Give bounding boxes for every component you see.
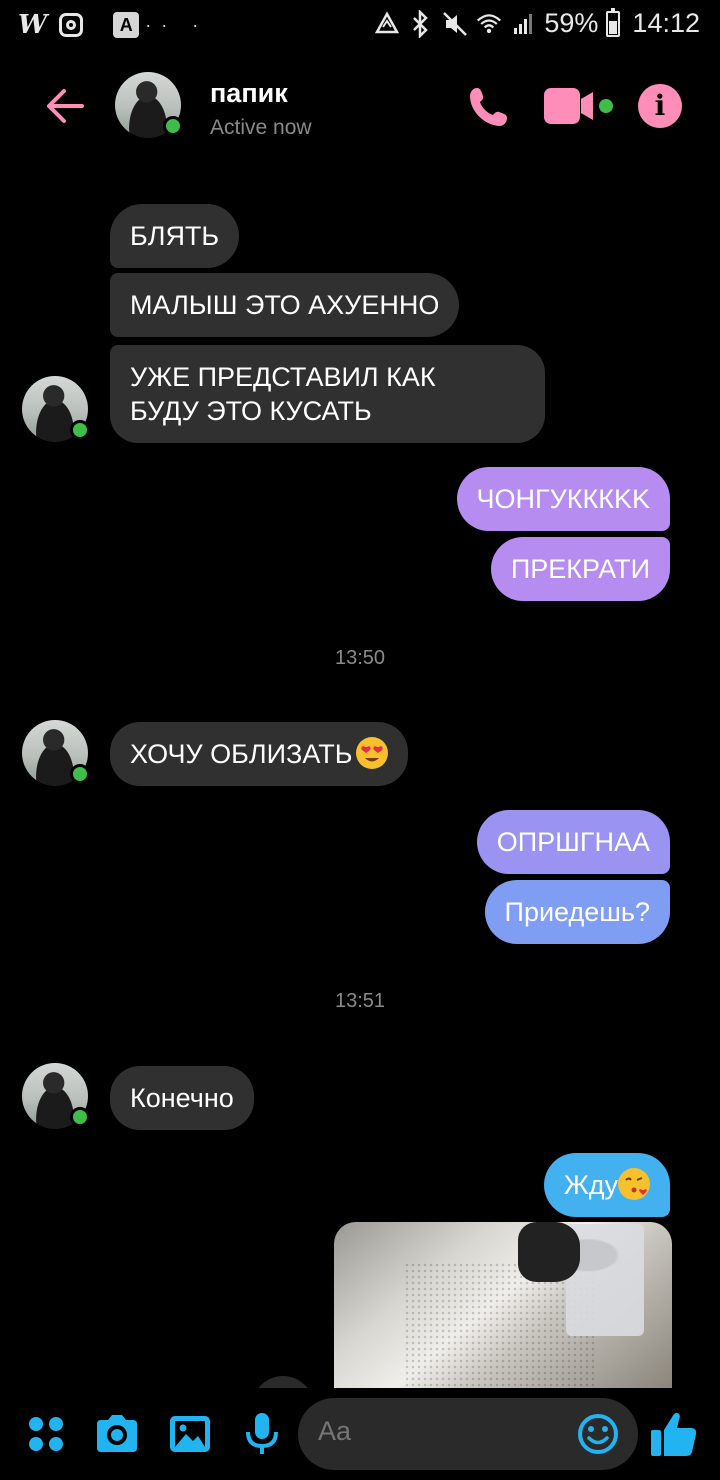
message-incoming[interactable]: МАЛЫШ ЭТО АХУЕННО <box>110 273 460 337</box>
mute-icon <box>442 9 468 39</box>
heart-eyes-emoji <box>356 737 389 769</box>
message-outgoing[interactable]: ЧОНГУКККKK <box>456 467 670 531</box>
phone-call-icon[interactable] <box>466 84 512 130</box>
message-outgoing[interactable]: ПРЕКРАТИ <box>490 537 670 601</box>
message-composer[interactable] <box>298 1398 638 1470</box>
bluetooth-icon <box>408 9 434 39</box>
thumbs-up-icon[interactable] <box>648 1408 700 1460</box>
contact-avatar[interactable] <box>115 72 183 138</box>
composer-bar <box>0 1388 720 1480</box>
instagram-icon <box>59 13 84 37</box>
camera-icon[interactable] <box>93 1410 141 1458</box>
online-indicator <box>70 1107 90 1127</box>
shared-photo[interactable] <box>334 1222 672 1388</box>
data-saver-icon <box>374 9 400 39</box>
back-arrow-icon[interactable] <box>42 82 90 130</box>
sender-avatar[interactable] <box>22 1063 90 1129</box>
kissing-heart-emoji <box>618 1168 650 1200</box>
wifi-icon <box>476 9 502 39</box>
online-indicator <box>163 116 183 136</box>
message-outgoing[interactable]: Приедешь? <box>484 880 670 944</box>
message-incoming[interactable]: УЖЕ ПРЕДСТАВИЛ КАК БУДУ ЭТО КУСАТЬ <box>110 345 545 443</box>
message-text: ХОЧУ ОБЛИЗАТЬ <box>130 739 353 769</box>
app-icon: A <box>113 12 140 38</box>
photo-hand <box>518 1222 580 1282</box>
status-left-icons: W A ·· · <box>18 10 208 40</box>
wattpad-icon: W <box>18 10 47 40</box>
message-incoming[interactable]: ХОЧУ ОБЛИЗАТЬ <box>110 722 409 786</box>
online-indicator <box>70 764 90 784</box>
status-right-icons: 59% 14:12 <box>374 7 700 39</box>
timestamp: 13:50 <box>334 647 386 669</box>
sender-avatar[interactable] <box>22 376 90 442</box>
microphone-icon[interactable] <box>238 1410 286 1458</box>
message-incoming[interactable]: БЛЯТЬ <box>110 204 240 268</box>
clock: 14:12 <box>632 8 700 38</box>
contact-name[interactable]: папик <box>210 78 288 109</box>
signal-icon <box>510 9 536 39</box>
conversation-header: папик Active now i <box>0 60 720 160</box>
timestamp: 13:51 <box>334 990 386 1012</box>
info-icon[interactable]: i <box>638 84 682 128</box>
contact-status: Active now <box>210 116 312 139</box>
gallery-icon[interactable] <box>166 1410 214 1458</box>
message-incoming[interactable]: Конечно <box>110 1066 254 1130</box>
status-bar: W A ·· · 59% 14:12 <box>0 0 720 52</box>
more-actions-icon[interactable] <box>22 1410 70 1458</box>
message-text: Жду <box>563 1170 618 1200</box>
battery-icon <box>606 7 621 37</box>
message-outgoing[interactable]: ОПРШГНАА <box>476 810 670 874</box>
video-call-icon[interactable] <box>544 86 616 126</box>
message-outgoing[interactable]: Жду <box>543 1153 670 1217</box>
emoji-picker-icon[interactable] <box>576 1412 620 1456</box>
message-input[interactable] <box>318 1416 558 1447</box>
sender-avatar[interactable] <box>22 720 90 786</box>
online-indicator <box>70 420 90 440</box>
battery-percent: 59% <box>544 8 599 38</box>
more-notifications-dots: ·· · <box>145 14 209 35</box>
